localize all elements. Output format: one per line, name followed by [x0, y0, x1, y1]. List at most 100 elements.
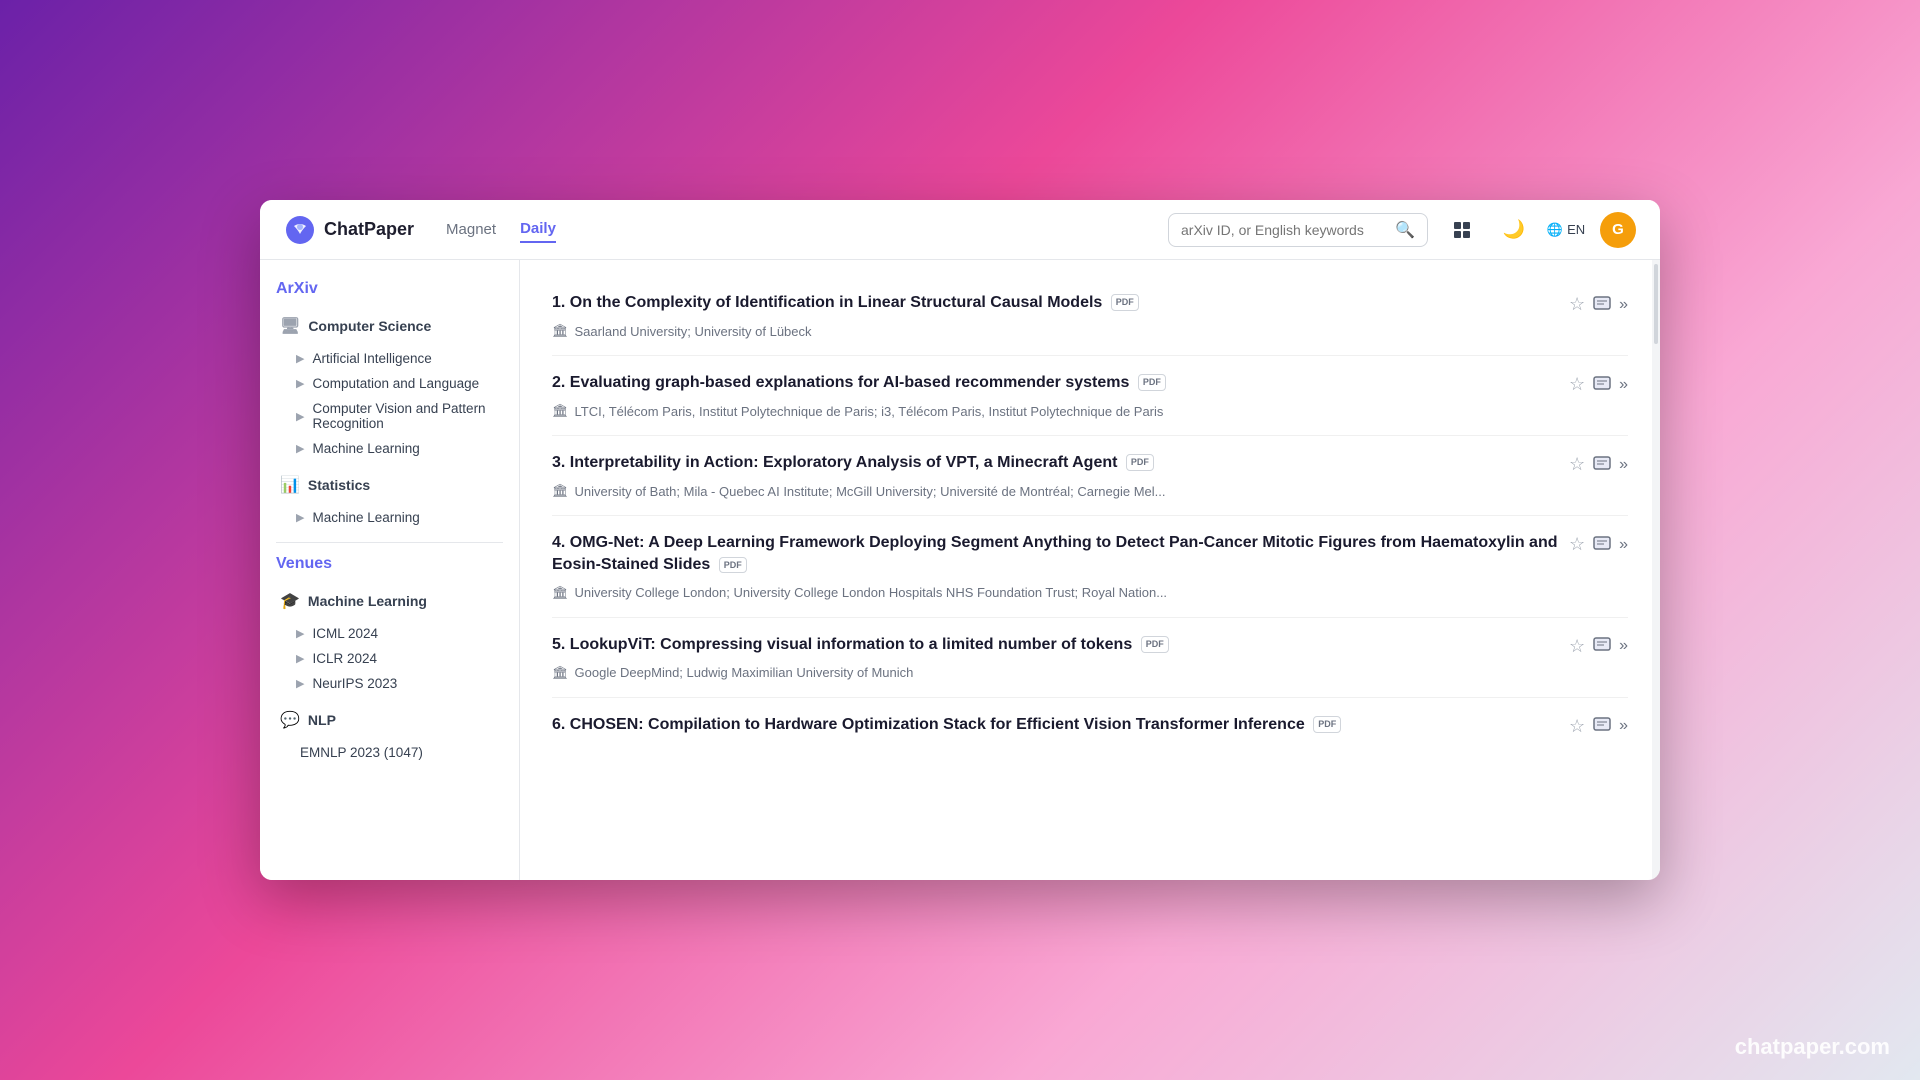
venues-ml-label[interactable]: Machine Learning — [308, 593, 427, 609]
chat-button-2[interactable] — [1593, 376, 1611, 394]
paper-institution-5: 🏛 Google DeepMind; Ludwig Maximilian Uni… — [552, 665, 1628, 681]
sidebar: ArXiv 🖥 Computer Science ▶ Artificial In… — [260, 260, 520, 880]
arrow-icon: ▶ — [296, 677, 304, 690]
stats-label[interactable]: Statistics — [308, 477, 370, 493]
language-label: EN — [1567, 222, 1585, 237]
paper-institution-1: 🏛 Saarland University; University of Lüb… — [552, 323, 1628, 339]
chatpaper-logo-icon — [284, 214, 316, 246]
iclr-label: ICLR 2024 — [312, 651, 377, 666]
paper-title-6[interactable]: 6. CHOSEN: Compilation to Hardware Optim… — [552, 714, 1559, 736]
cv-label: Computer Vision and Pattern Recognition — [312, 401, 495, 431]
grid-view-button[interactable] — [1444, 212, 1480, 248]
institution-icon-5: 🏛 — [552, 665, 569, 681]
nav-daily[interactable]: Daily — [520, 216, 556, 243]
venues-ml-category: 🎓 Machine Learning — [276, 585, 503, 617]
paper-title-4[interactable]: 4. OMG-Net: A Deep Learning Framework De… — [552, 532, 1559, 577]
sidebar-item-iclr[interactable]: ▶ ICLR 2024 — [276, 646, 503, 671]
paper-actions-4: ☆ » — [1569, 534, 1628, 555]
paper-item-2: 2. Evaluating graph-based explanations f… — [552, 356, 1628, 436]
scrollbar[interactable] — [1652, 260, 1660, 880]
logo-area[interactable]: ChatPaper — [284, 214, 414, 246]
cs-category: 🖥 Computer Science — [276, 310, 503, 342]
star-button-1[interactable]: ☆ — [1569, 294, 1585, 315]
institution-icon-1: 🏛 — [552, 323, 569, 339]
pdf-badge-6[interactable]: PDF — [1313, 716, 1341, 733]
paper-title-2[interactable]: 2. Evaluating graph-based explanations f… — [552, 372, 1559, 394]
paper-institution-4: 🏛 University College London; University … — [552, 585, 1628, 601]
expand-button-6[interactable]: » — [1619, 717, 1628, 735]
ai-label: Artificial Intelligence — [312, 351, 431, 366]
search-icon[interactable]: 🔍 — [1395, 220, 1415, 240]
pdf-badge-5[interactable]: PDF — [1141, 636, 1169, 653]
paper-title-3[interactable]: 3. Interpretability in Action: Explorato… — [552, 452, 1559, 474]
paper-list: 1. On the Complexity of Identification i… — [520, 260, 1660, 880]
cs-label[interactable]: Computer Science — [308, 318, 431, 334]
arrow-icon: ▶ — [296, 511, 304, 524]
pdf-badge-3[interactable]: PDF — [1126, 454, 1154, 471]
sidebar-item-ai[interactable]: ▶ Artificial Intelligence — [276, 346, 503, 371]
paper-title-1[interactable]: 1. On the Complexity of Identification i… — [552, 292, 1559, 314]
star-button-6[interactable]: ☆ — [1569, 716, 1585, 737]
venues-section-title: Venues — [276, 555, 503, 573]
pdf-badge-2[interactable]: PDF — [1138, 374, 1166, 391]
sidebar-item-ml-cs[interactable]: ▶ Machine Learning — [276, 436, 503, 461]
paper-item-5: 5. LookupViT: Compressing visual informa… — [552, 618, 1628, 698]
expand-button-3[interactable]: » — [1619, 456, 1628, 474]
paper-header-3: 3. Interpretability in Action: Explorato… — [552, 452, 1628, 475]
star-button-3[interactable]: ☆ — [1569, 454, 1585, 475]
chat-button-5[interactable] — [1593, 637, 1611, 655]
paper-item-4: 4. OMG-Net: A Deep Learning Framework De… — [552, 516, 1628, 618]
nlp-icon: 💬 — [280, 710, 300, 730]
arrow-icon: ▶ — [296, 410, 304, 423]
institution-icon-4: 🏛 — [552, 585, 569, 601]
cl-label: Computation and Language — [312, 376, 479, 391]
arrow-icon: ▶ — [296, 442, 304, 455]
search-input[interactable] — [1181, 222, 1387, 238]
institution-icon-2: 🏛 — [552, 403, 569, 419]
icml-label: ICML 2024 — [312, 626, 378, 641]
institution-icon-3: 🏛 — [552, 483, 569, 499]
ml-cs-label: Machine Learning — [312, 441, 419, 456]
expand-button-1[interactable]: » — [1619, 296, 1628, 314]
paper-header-5: 5. LookupViT: Compressing visual informa… — [552, 634, 1628, 657]
arxiv-section-title: ArXiv — [276, 280, 503, 298]
search-bar[interactable]: 🔍 — [1168, 213, 1428, 247]
paper-header-6: 6. CHOSEN: Compilation to Hardware Optim… — [552, 714, 1628, 737]
paper-item-6: 6. CHOSEN: Compilation to Hardware Optim… — [552, 698, 1628, 761]
chat-button-3[interactable] — [1593, 456, 1611, 474]
expand-button-4[interactable]: » — [1619, 536, 1628, 554]
nav-magnet[interactable]: Magnet — [446, 217, 496, 242]
paper-actions-2: ☆ » — [1569, 374, 1628, 395]
star-button-4[interactable]: ☆ — [1569, 534, 1585, 555]
pdf-badge-4[interactable]: PDF — [719, 557, 747, 574]
watermark: chatpaper.com — [1735, 1034, 1890, 1060]
paper-title-5[interactable]: 5. LookupViT: Compressing visual informa… — [552, 634, 1559, 656]
paper-actions-6: ☆ » — [1569, 716, 1628, 737]
paper-actions-3: ☆ » — [1569, 454, 1628, 475]
sidebar-item-neurips[interactable]: ▶ NeurIPS 2023 — [276, 671, 503, 696]
nlp-label[interactable]: NLP — [308, 712, 336, 728]
star-button-2[interactable]: ☆ — [1569, 374, 1585, 395]
chat-button-1[interactable] — [1593, 296, 1611, 314]
paper-header-4: 4. OMG-Net: A Deep Learning Framework De… — [552, 532, 1628, 577]
language-selector[interactable]: 🌐 EN — [1548, 212, 1584, 248]
sidebar-item-cv[interactable]: ▶ Computer Vision and Pattern Recognitio… — [276, 396, 503, 436]
chat-button-4[interactable] — [1593, 536, 1611, 554]
paper-actions-5: ☆ » — [1569, 636, 1628, 657]
star-button-5[interactable]: ☆ — [1569, 636, 1585, 657]
user-avatar[interactable]: G — [1600, 212, 1636, 248]
chat-button-6[interactable] — [1593, 717, 1611, 735]
paper-institution-3: 🏛 University of Bath; Mila - Quebec AI I… — [552, 483, 1628, 499]
sidebar-item-icml[interactable]: ▶ ICML 2024 — [276, 621, 503, 646]
scroll-thumb[interactable] — [1654, 264, 1658, 344]
expand-button-5[interactable]: » — [1619, 637, 1628, 655]
nlp-category: 💬 NLP — [276, 704, 503, 736]
neurips-label: NeurIPS 2023 — [312, 676, 397, 691]
pdf-badge-1[interactable]: PDF — [1111, 294, 1139, 311]
sidebar-item-ml-stats[interactable]: ▶ Machine Learning — [276, 505, 503, 530]
expand-button-2[interactable]: » — [1619, 376, 1628, 394]
dark-mode-button[interactable]: 🌙 — [1496, 212, 1532, 248]
sidebar-item-cl[interactable]: ▶ Computation and Language — [276, 371, 503, 396]
header-right: 🔍 🌙 🌐 EN G — [1168, 212, 1636, 248]
sidebar-item-emnlp[interactable]: EMNLP 2023 (1047) — [276, 740, 503, 765]
